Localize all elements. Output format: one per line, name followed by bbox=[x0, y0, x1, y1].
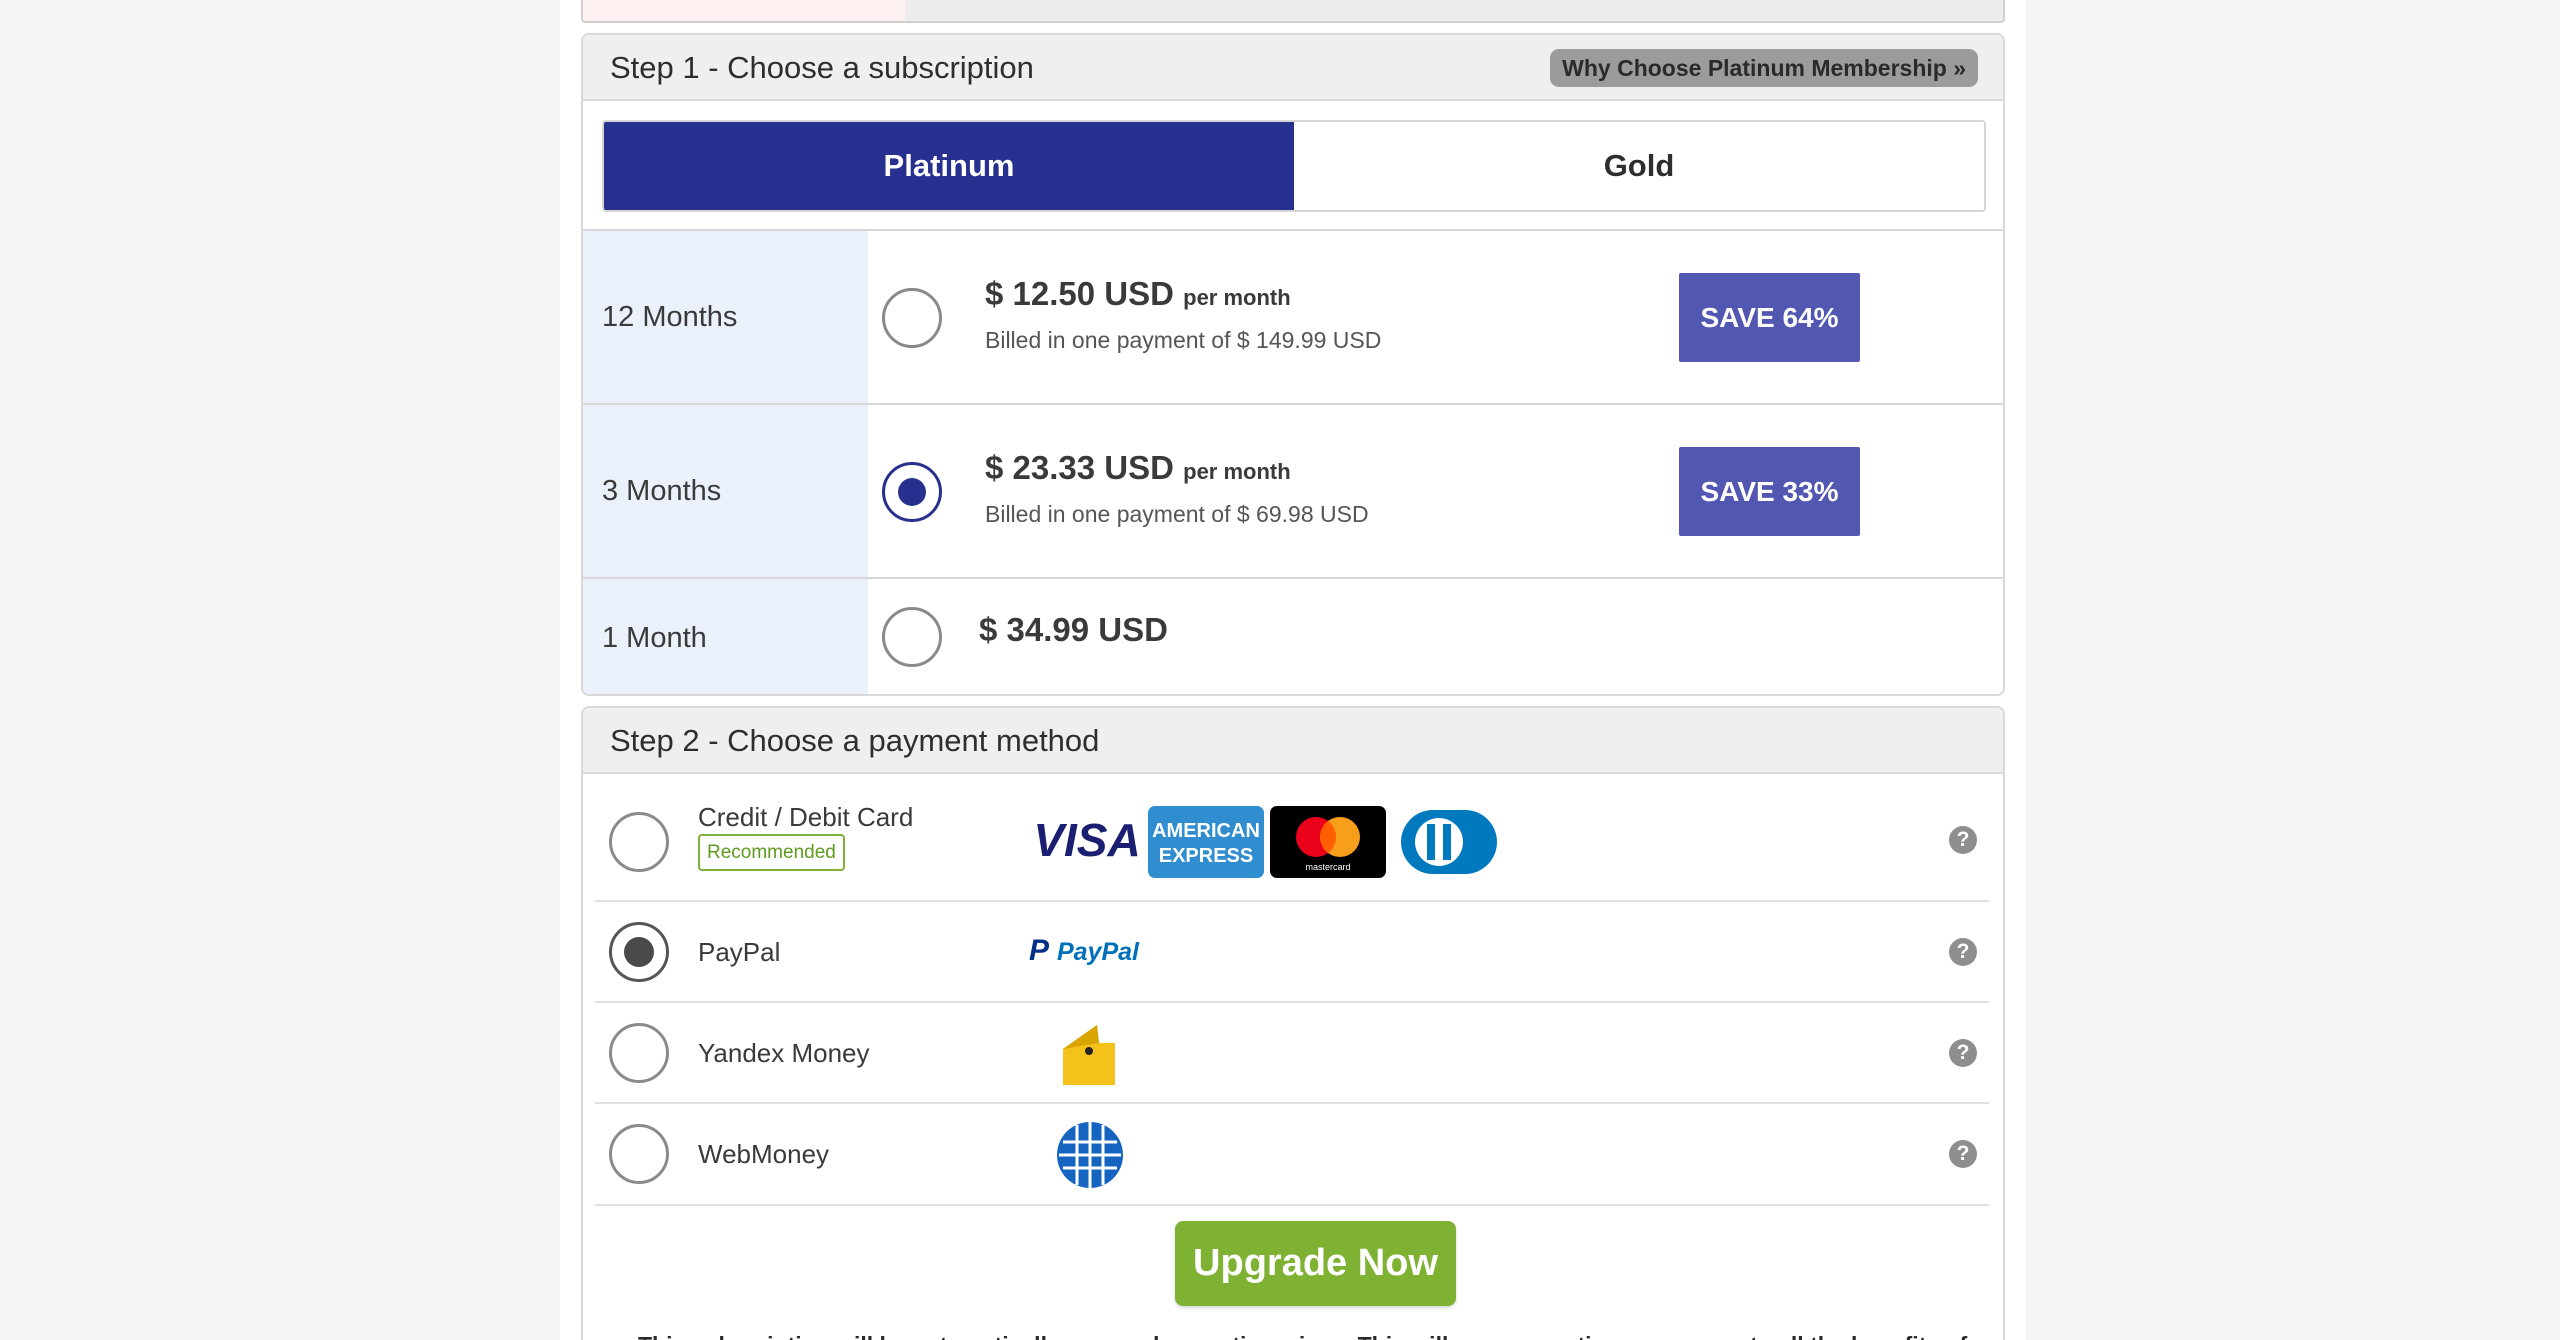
payment-panel-header: Step 2 - Choose a payment method bbox=[583, 708, 2003, 774]
svg-text:VISA: VISA bbox=[1033, 814, 1140, 866]
payment-method-yandex-money[interactable]: Yandex Money ? bbox=[595, 1003, 1989, 1104]
payment-method-label: PayPal bbox=[698, 937, 781, 967]
plan-row-1-month[interactable]: 1 Month $ 34.99 USD bbox=[583, 579, 2003, 694]
payment-method-paypal[interactable]: PayPal P PayPal ? bbox=[595, 902, 1989, 1003]
webmoney-radio[interactable] bbox=[609, 1124, 669, 1184]
step1-title: Step 1 - Choose a subscription bbox=[610, 50, 1034, 85]
webmoney-logo bbox=[1057, 1122, 1123, 1188]
svg-text:PayPal: PayPal bbox=[1057, 938, 1140, 966]
plan-term: 12 Months bbox=[583, 231, 868, 403]
subscription-panel: Step 1 - Choose a subscription Why Choos… bbox=[581, 33, 2005, 696]
plan-12-months-radio[interactable] bbox=[882, 288, 942, 348]
help-icon[interactable]: ? bbox=[1949, 1039, 1977, 1067]
plan-billed-text: Billed in one payment of $ 149.99 USD bbox=[985, 327, 1382, 353]
recommended-badge: Recommended bbox=[698, 834, 845, 871]
tab-gold[interactable]: Gold bbox=[1294, 122, 1984, 210]
tab-platinum[interactable]: Platinum bbox=[604, 122, 1294, 210]
diners-club-logo bbox=[1401, 810, 1497, 874]
help-icon[interactable]: ? bbox=[1949, 826, 1977, 854]
yandex-money-radio[interactable] bbox=[609, 1023, 669, 1083]
subscription-panel-header: Step 1 - Choose a subscription Why Choos… bbox=[583, 35, 2003, 101]
help-icon[interactable]: ? bbox=[1949, 1140, 1977, 1168]
card-radio[interactable] bbox=[609, 812, 669, 872]
paypal-logo: P PayPal bbox=[1029, 934, 1140, 967]
auto-renew-note: This subscription will be automatically … bbox=[638, 1332, 1967, 1340]
svg-text:mastercard: mastercard bbox=[1305, 862, 1350, 872]
plan-1-month-radio[interactable] bbox=[882, 607, 942, 667]
plan-row-12-months[interactable]: 12 Months $ 12.50 USD per month Billed i… bbox=[583, 231, 2003, 405]
save-badge: SAVE 64% bbox=[1679, 273, 1860, 362]
svg-text:EXPRESS: EXPRESS bbox=[1159, 845, 1253, 867]
mastercard-logo: mastercard bbox=[1270, 806, 1386, 878]
plan-price: $ 23.33 USD per month bbox=[985, 449, 1291, 486]
payment-method-webmoney[interactable]: WebMoney ? bbox=[595, 1104, 1989, 1206]
payment-method-label: Yandex Money bbox=[698, 1038, 870, 1068]
payment-panel: Step 2 - Choose a payment method Credit … bbox=[581, 706, 2005, 1340]
help-icon[interactable]: ? bbox=[1949, 938, 1977, 966]
plan-row-3-months[interactable]: 3 Months $ 23.33 USD per month Billed in… bbox=[583, 405, 2003, 579]
payment-method-label: WebMoney bbox=[698, 1139, 830, 1169]
yandex-money-logo bbox=[1063, 1025, 1115, 1085]
plan-3-months-radio[interactable] bbox=[882, 462, 942, 522]
plan-price: $ 12.50 USD per month bbox=[985, 275, 1291, 312]
why-platinum-button[interactable]: Why Choose Platinum Membership » bbox=[1550, 49, 1978, 87]
membership-tabs: Platinum Gold bbox=[602, 120, 1986, 212]
upgrade-now-button[interactable]: Upgrade Now bbox=[1175, 1221, 1456, 1306]
previous-section-edge bbox=[581, 0, 2005, 23]
payment-method-label: Credit / Debit Card bbox=[698, 802, 914, 832]
step2-title: Step 2 - Choose a payment method bbox=[610, 723, 1100, 758]
svg-text:AMERICAN: AMERICAN bbox=[1152, 820, 1260, 842]
page: Step 1 - Choose a subscription Why Choos… bbox=[560, 0, 2026, 1340]
plan-term: 3 Months bbox=[583, 405, 868, 577]
visa-logo: VISA bbox=[1033, 814, 1140, 866]
paypal-radio[interactable] bbox=[609, 922, 669, 982]
save-badge: SAVE 33% bbox=[1679, 447, 1860, 536]
payment-method-card[interactable]: Credit / Debit Card Recommended VISA AME… bbox=[595, 774, 1989, 902]
american-express-logo: AMERICAN EXPRESS bbox=[1148, 806, 1264, 878]
plan-price: $ 34.99 USD bbox=[979, 611, 1168, 648]
plan-term: 1 Month bbox=[583, 579, 868, 694]
svg-text:P: P bbox=[1029, 934, 1050, 967]
plan-billed-text: Billed in one payment of $ 69.98 USD bbox=[985, 501, 1369, 527]
